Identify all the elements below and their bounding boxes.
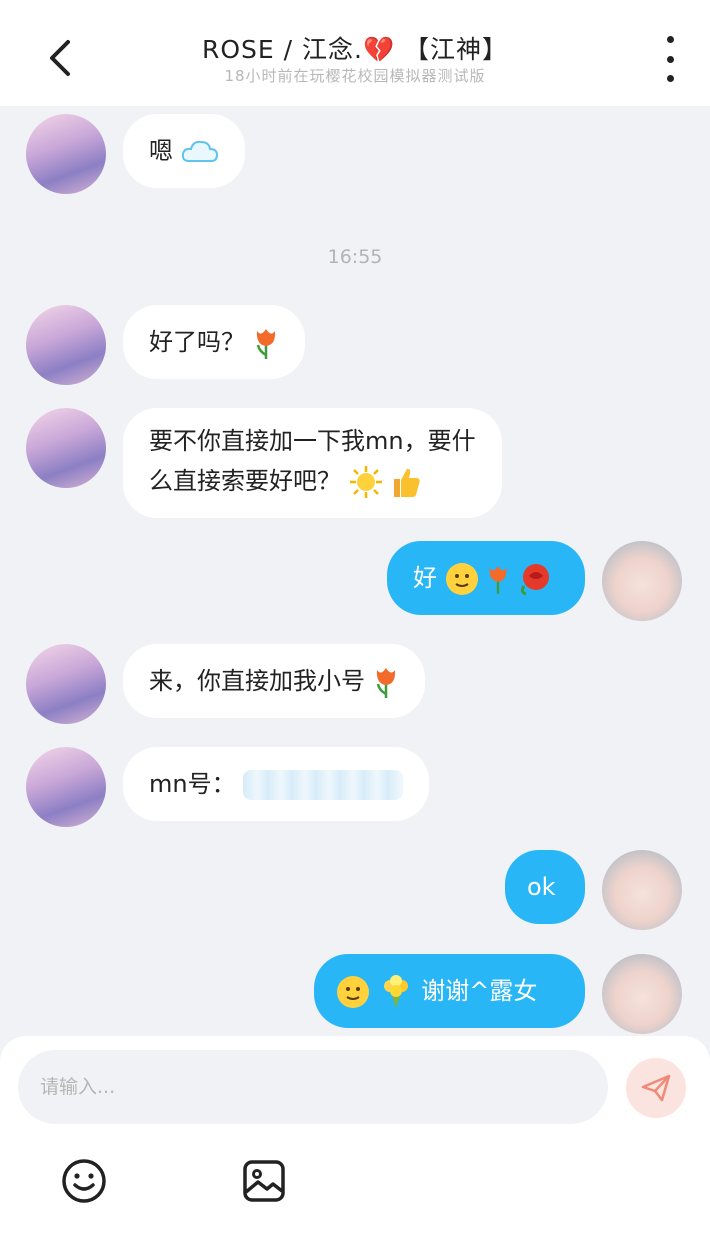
- avatar[interactable]: [602, 954, 682, 1034]
- message-bubble[interactable]: mn号：: [123, 747, 430, 821]
- message-bubble[interactable]: 好: [387, 541, 585, 615]
- more-vertical-icon: [666, 36, 674, 43]
- slight-smile-icon: [445, 563, 478, 595]
- message-bubble[interactable]: 要不你直接加一下我mn，要什 么直接索要好吧？: [123, 408, 502, 518]
- tulip-icon: [256, 329, 275, 359]
- tulip-icon: [489, 566, 507, 594]
- tulip-icon: [376, 668, 395, 698]
- message-bubble[interactable]: 谢谢^露女: [314, 954, 585, 1028]
- send-button[interactable]: [626, 1058, 686, 1118]
- avatar[interactable]: [26, 644, 106, 724]
- cloud-icon: [181, 140, 218, 162]
- chat-title: ROSE / 江念.💔 【江神】: [201, 35, 509, 64]
- message-bubble[interactable]: 来，你直接加我小号: [123, 644, 425, 718]
- avatar[interactable]: [26, 305, 106, 385]
- emoji-button[interactable]: [59, 1156, 109, 1206]
- avatar[interactable]: [26, 114, 106, 194]
- avatar[interactable]: [26, 408, 106, 488]
- sun-icon: [349, 466, 382, 498]
- chat-subtitle: 18小时前在玩樱花校园模拟器测试版: [224, 67, 486, 85]
- message-bubble[interactable]: 嗯: [123, 114, 245, 188]
- image-button[interactable]: [239, 1156, 289, 1206]
- rose-icon: [520, 564, 549, 596]
- emoji-icon: [62, 1159, 106, 1203]
- avatar[interactable]: [602, 541, 682, 621]
- back-arrow-icon: [50, 40, 70, 76]
- avatar[interactable]: [26, 747, 106, 827]
- back-button[interactable]: [30, 28, 88, 88]
- bouquet-icon: [383, 975, 408, 1008]
- more-button[interactable]: [650, 36, 690, 82]
- image-icon: [243, 1160, 285, 1202]
- message-bubble[interactable]: 好了吗？: [123, 305, 305, 379]
- message-list[interactable]: 嗯 16:55 好了吗？ 要不你直接加一下我mn，要什 么直接索要好吧？ 好 来…: [0, 106, 710, 1036]
- chat-header: ROSE / 江念.💔 【江神】 18小时前在玩樱花校园模拟器测试版: [0, 0, 710, 106]
- send-icon: [641, 1074, 671, 1102]
- avatar[interactable]: [602, 850, 682, 930]
- message-bubble[interactable]: ok: [505, 850, 585, 924]
- slight-smile-icon: [337, 976, 369, 1008]
- message-input[interactable]: 请输入...: [18, 1050, 608, 1124]
- redacted-id: [243, 770, 404, 800]
- thumbs-up-icon: [394, 468, 420, 497]
- timestamp: 16:55: [327, 246, 383, 268]
- composer: 请输入...: [0, 1036, 710, 1241]
